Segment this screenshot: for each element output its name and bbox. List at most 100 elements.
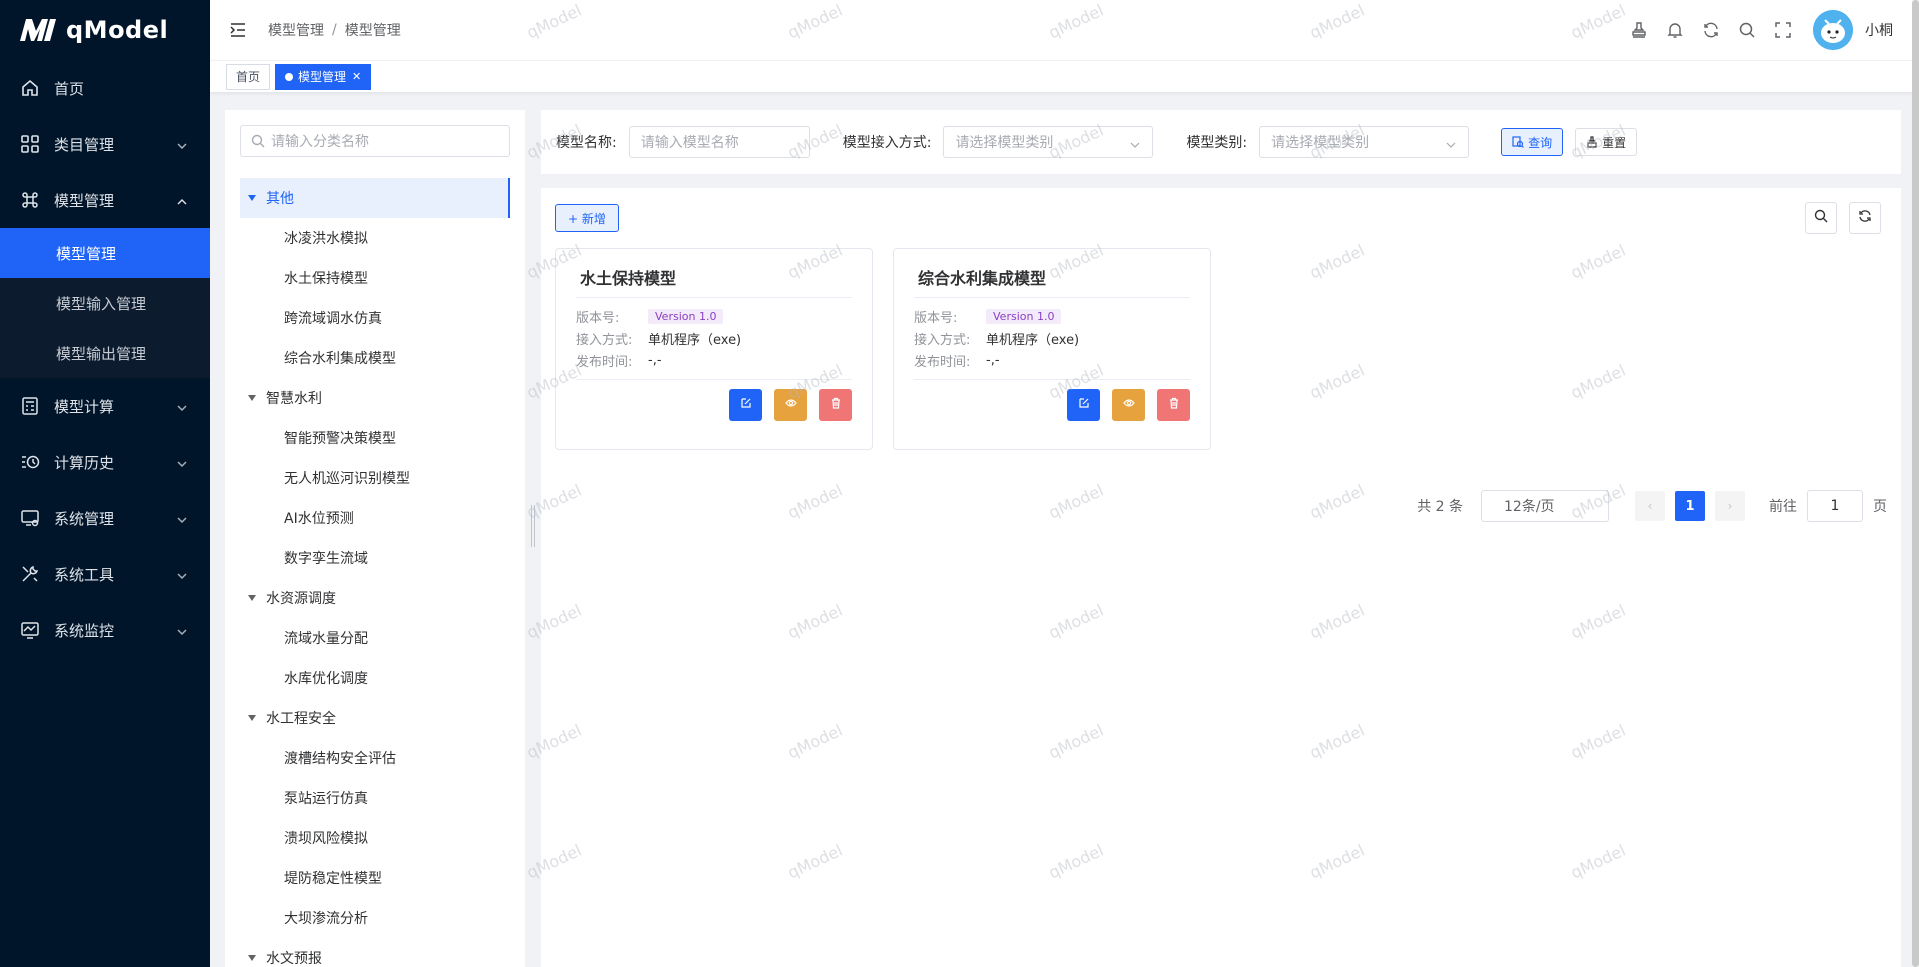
tree-node-group[interactable]: 水资源调度 [240,578,510,618]
caret-down-icon[interactable] [248,955,256,961]
tag-home[interactable]: 首页 [226,63,271,90]
page-size-select[interactable]: 12条/页 [1481,490,1609,522]
model-card[interactable]: 综合水利集成模型 版本号: Version 1.0 接入方式: 单机程序（exe… [893,248,1211,450]
model-access-select[interactable]: 请选择模型类别 [943,126,1154,158]
card-row-access: 接入方式: 单机程序（exe) [914,329,1079,348]
delete-button[interactable] [819,389,852,421]
tree-node-label: 溃坝风险模拟 [284,831,368,847]
version-key: 版本号: [914,311,958,326]
tree-node[interactable]: 泵站运行仿真 [240,778,510,818]
page-number-current[interactable]: 1 [1675,491,1705,521]
sidebar-item-model[interactable]: 模型管理 [0,172,210,228]
sidebar-item-category[interactable]: 类目管理 [0,116,210,172]
tree-node[interactable]: 冰凌洪水模拟 [240,218,510,258]
edit-button[interactable] [1067,389,1100,421]
tree-node-group[interactable]: 其他 [240,178,510,218]
menu-collapse-icon[interactable] [228,20,248,40]
breadcrumb-item-current: 模型管理 [344,23,401,39]
reset-icon [1586,136,1598,148]
username[interactable]: 小桐 [1865,20,1893,40]
tree-node[interactable]: 水土保持模型 [240,258,510,298]
add-model-button[interactable]: + 新增 [555,204,619,232]
sidebar-item-history[interactable]: 计算历史 [0,434,210,490]
caret-down-icon[interactable] [248,595,256,601]
scrollbar-thumb[interactable] [1912,0,1919,967]
category-search-input[interactable]: 请输入分类名称 [240,125,510,157]
refresh-icon[interactable] [1693,12,1729,48]
caret-down-icon[interactable] [248,395,256,401]
query-button[interactable]: 查询 [1501,128,1564,156]
panel-resize-handle[interactable] [531,505,535,547]
view-button[interactable] [774,389,807,421]
tree-node-label: 水资源调度 [266,591,336,607]
time-key: 发布时间: [914,355,971,370]
sidebar-subitem-model-manage[interactable]: 模型管理 [0,228,210,278]
sidebar-subitem-model-input[interactable]: 模型输入管理 [0,278,210,328]
goto-page-input[interactable]: 1 [1807,490,1863,522]
card-divider [914,297,1190,298]
model-category-placeholder: 请选择模型类别 [1271,135,1370,151]
search-icon[interactable] [1729,12,1765,48]
tree-node-label: 无人机巡河识别模型 [284,471,410,487]
model-card-title: 水土保持模型 [580,269,677,288]
tree-node[interactable]: 堤防稳定性模型 [240,858,510,898]
eye-icon [784,397,797,413]
model-category-select[interactable]: 请选择模型类别 [1259,126,1470,158]
caret-down-icon[interactable] [248,715,256,721]
edit-button[interactable] [729,389,762,421]
model-card[interactable]: 水土保持模型 版本号: Version 1.0 接入方式: 单机程序（exe) … [555,248,873,450]
sidebar-item-monitor[interactable]: 系统监控 [0,602,210,658]
breadcrumb-item[interactable]: 模型管理 [268,20,324,40]
next-page-button[interactable]: › [1715,491,1745,521]
view-button[interactable] [1112,389,1145,421]
monitor-icon [20,620,40,640]
tree-node[interactable]: 智能预警决策模型 [240,418,510,458]
tree-node-group[interactable]: 智慧水利 [240,378,510,418]
search-doc-icon [1512,136,1525,148]
model-access-label: 模型接入方式: [842,135,932,151]
access-value: 单机程序（exe) [986,333,1080,348]
tree-node[interactable]: 大坝渗流分析 [240,898,510,938]
model-name-input[interactable]: 请输入模型名称 [628,126,810,158]
delete-button[interactable] [1157,389,1190,421]
refresh-button[interactable] [1849,202,1881,234]
tree-node-group[interactable]: 水文预报 [240,938,510,967]
sidebar-item-compute[interactable]: 模型计算 [0,378,210,434]
tree-node-label: 流域水量分配 [284,631,368,647]
sidebar-item-tools[interactable]: 系统工具 [0,546,210,602]
tag-model-manage[interactable]: 模型管理 ✕ [275,63,372,90]
logo[interactable]: qModel [0,0,210,60]
toggle-search-button[interactable] [1805,202,1837,234]
close-icon[interactable]: ✕ [352,70,361,83]
stamp-icon[interactable] [1621,12,1657,48]
tree-node[interactable]: 跨流域调水仿真 [240,298,510,338]
tree-node[interactable]: AI水位预测 [240,498,510,538]
access-key: 接入方式: [914,333,971,348]
prev-page-button[interactable]: ‹ [1635,491,1665,521]
home-icon [20,78,40,98]
tree-node[interactable]: 溃坝风险模拟 [240,818,510,858]
tree-node[interactable]: 综合水利集成模型 [240,338,510,378]
version-key: 版本号: [576,311,620,326]
sidebar-item-system[interactable]: 系统管理 [0,490,210,546]
avatar[interactable] [1813,10,1853,50]
page-scrollbar[interactable] [1912,0,1919,967]
tree-node[interactable]: 无人机巡河识别模型 [240,458,510,498]
sidebar-submenu-model: 模型管理 模型输入管理 模型输出管理 [0,228,210,378]
reset-button[interactable]: 重置 [1575,128,1638,156]
tree-node[interactable]: 渡槽结构安全评估 [240,738,510,778]
tree-node[interactable]: 流域水量分配 [240,618,510,658]
sidebar-item-home[interactable]: 首页 [0,60,210,116]
fullscreen-icon[interactable] [1765,12,1801,48]
search-icon [251,134,265,148]
sidebar-subitem-model-output[interactable]: 模型输出管理 [0,328,210,378]
bell-icon[interactable] [1657,12,1693,48]
tree-node[interactable]: 数字孪生流域 [240,538,510,578]
tree-node[interactable]: 水库优化调度 [240,658,510,698]
logo-text: qModel [66,16,169,44]
caret-down-icon[interactable] [248,195,256,201]
eye-icon [1122,397,1135,413]
active-dot-icon [285,72,294,81]
time-value: -,- [648,353,662,368]
tree-node-group[interactable]: 水工程安全 [240,698,510,738]
